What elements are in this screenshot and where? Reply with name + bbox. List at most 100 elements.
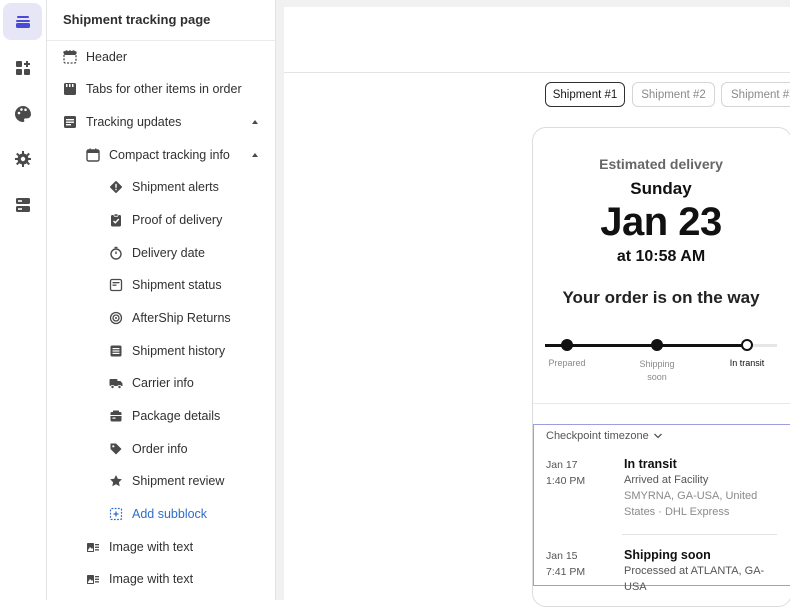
tree-item-label: Order info	[132, 442, 188, 456]
checkpoint-status: In transit	[624, 457, 677, 471]
sections-rail-button[interactable]	[3, 3, 42, 40]
chevron-down-icon	[653, 433, 662, 439]
text-block-icon	[63, 115, 77, 129]
package-icon	[109, 409, 123, 423]
preview-area: Shipment #1 Shipment #2 Shipment #3 Esti…	[276, 0, 790, 607]
tree-item-label: Package details	[132, 409, 221, 423]
preview-header-block[interactable]	[284, 7, 790, 73]
checkpoint-description: Processed at ATLANTA, GA-USA	[624, 565, 765, 593]
checkpoint-divider	[622, 534, 777, 535]
clipboard-check-icon	[109, 213, 123, 227]
add-block-icon	[109, 507, 123, 521]
data-rail-button[interactable]	[3, 186, 42, 223]
tree-item-proof-of-delivery[interactable]: Proof of delivery	[109, 204, 275, 236]
step-dot-in-transit	[741, 339, 753, 351]
card-divider	[533, 403, 790, 404]
list-icon	[109, 344, 123, 358]
checkpoint-section[interactable]: Checkpoint timezone Jan 17 1:40 PM In tr…	[533, 424, 790, 593]
checkpoint-time: 1:40 PM	[546, 475, 586, 487]
tree-item-label: Tracking updates	[86, 115, 182, 129]
status-card-icon	[109, 278, 123, 292]
delivery-time: at 10:58 AM	[616, 248, 706, 265]
layers-icon	[15, 15, 30, 28]
checkpoint-status: Shipping soon	[624, 548, 711, 562]
gear-icon	[14, 150, 31, 167]
tree-item-delivery-date[interactable]: Delivery date	[109, 237, 275, 269]
tree-item-image-with-text[interactable]: Image with text	[86, 563, 275, 595]
apps-rail-button[interactable]	[3, 49, 42, 86]
tree-item-label: Proof of delivery	[132, 213, 223, 227]
add-subblock-label: Add subblock	[132, 507, 208, 521]
tree-item-label: Image with text	[109, 540, 194, 554]
tag-icon	[109, 442, 123, 456]
tree-item-label: AfterShip Returns	[132, 311, 231, 325]
truck-icon	[109, 376, 123, 390]
tree-item-image-with-text[interactable]: Image with text	[86, 531, 275, 563]
timezone-selector[interactable]: Checkpoint timezone	[546, 430, 663, 442]
shipment-tab-3[interactable]: Shipment #3	[721, 82, 790, 107]
tree-item-carrier-info[interactable]: Carrier info	[109, 367, 275, 399]
tree-item-label: Carrier info	[132, 376, 194, 390]
tree-item-label: Shipment status	[132, 278, 222, 292]
tree-item-shipment-status[interactable]: Shipment status	[109, 269, 275, 301]
stopwatch-icon	[109, 246, 123, 260]
shipment-tab-1[interactable]: Shipment #1	[545, 82, 625, 107]
theme-rail-button[interactable]	[3, 95, 42, 132]
section-tree-panel: Shipment tracking page Header Tabs for o…	[47, 0, 276, 600]
tree-item-label: Tabs for other items in order	[86, 82, 242, 96]
tree-item-shipment-review[interactable]: Shipment review	[109, 465, 275, 497]
add-subblock-button[interactable]: Add subblock	[109, 498, 275, 530]
tree-item-tabs[interactable]: Tabs for other items in order	[63, 73, 275, 105]
panel-title: Shipment tracking page	[47, 0, 275, 41]
preview-canvas: Shipment #1 Shipment #2 Shipment #3 Esti…	[284, 7, 790, 607]
checkpoint-location: SMYRNA, GA-USA, United States · DHL Expr…	[624, 490, 758, 518]
step-label-shipping-soon: Shipping soon	[639, 359, 675, 382]
timezone-label: Checkpoint timezone	[546, 430, 649, 442]
layout-header-icon	[63, 50, 77, 64]
tree-item-label: Header	[86, 50, 127, 64]
delivery-weekday: Sunday	[630, 179, 692, 198]
tracking-card: Estimated delivery Sunday Jan 23 at 10:5…	[532, 127, 790, 607]
tree-item-shipment-alerts[interactable]: Shipment alerts	[109, 171, 275, 203]
image-text-icon	[86, 540, 100, 554]
tree-item-label: Shipment review	[132, 474, 225, 488]
clapperboard-icon	[63, 82, 77, 96]
collapse-caret-icon[interactable]	[252, 120, 258, 124]
step-label-in-transit: In transit	[729, 358, 765, 368]
tree-item-package-details[interactable]: Package details	[109, 400, 275, 432]
shipment-tab-2[interactable]: Shipment #2	[632, 82, 715, 107]
tree-item-label: Shipment alerts	[132, 180, 219, 194]
image-text-icon	[86, 572, 100, 586]
tree-item-label: Shipment history	[132, 344, 226, 358]
checkpoint-date: Jan 17	[546, 459, 578, 471]
calendar-icon	[86, 148, 100, 162]
apps-add-icon	[15, 60, 30, 75]
tree-item-label: Compact tracking info	[109, 148, 230, 162]
progress-line-complete	[545, 344, 747, 347]
step-dot-prepared	[561, 339, 573, 351]
tree-item-label: Delivery date	[132, 246, 205, 260]
checkpoint-description: Arrived at Facility	[624, 474, 709, 486]
collapse-caret-icon[interactable]	[252, 153, 258, 157]
estimated-delivery-label: Estimated delivery	[599, 156, 723, 172]
star-icon	[109, 474, 123, 488]
tree-item-aftership-returns[interactable]: AfterShip Returns	[109, 302, 275, 334]
tree-item-shipment-history[interactable]: Shipment history	[109, 335, 275, 367]
tree-item-label: Image with text	[109, 572, 194, 586]
tree-item-compact-tracking-info[interactable]: Compact tracking info	[86, 139, 275, 171]
alert-diamond-icon	[109, 180, 123, 194]
icon-rail	[0, 0, 47, 600]
checkpoint-date: Jan 15	[546, 550, 578, 562]
tree-item-tracking-updates[interactable]: Tracking updates	[63, 106, 275, 138]
palette-icon	[14, 105, 31, 122]
step-dot-shipping-soon	[651, 339, 663, 351]
checkpoint-time: 7:41 PM	[546, 566, 586, 578]
tree-item-header[interactable]: Header	[63, 41, 275, 73]
delivery-date: Jan 23	[600, 200, 722, 244]
server-icon	[15, 197, 30, 212]
tree-item-order-info[interactable]: Order info	[109, 433, 275, 465]
step-label-prepared: Prepared	[548, 358, 586, 368]
settings-rail-button[interactable]	[3, 140, 42, 177]
returns-target-icon	[109, 311, 123, 325]
order-headline: Your order is on the way	[562, 288, 760, 307]
